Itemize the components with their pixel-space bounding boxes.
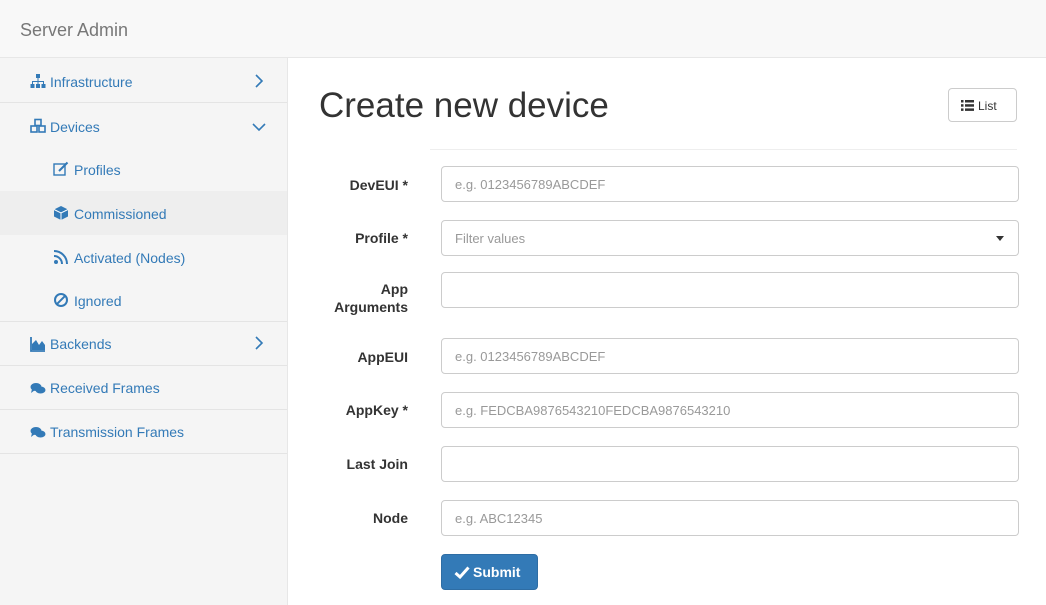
appkey-placeholder: e.g. FEDCBA9876543210FEDCBA9876543210	[455, 403, 731, 418]
sidebar-item-profiles[interactable]: Profiles	[0, 147, 287, 191]
chevron-right-icon	[255, 336, 264, 350]
sidebar-item-label: Devices	[50, 119, 100, 135]
sidebar-item-infrastructure[interactable]: Infrastructure	[0, 58, 287, 102]
profile-placeholder: Filter values	[455, 231, 526, 246]
caret-down-icon	[996, 236, 1004, 241]
cubes-icon	[30, 118, 46, 133]
comments-icon	[30, 383, 46, 394]
sidebar-item-label: Activated (Nodes)	[74, 250, 186, 266]
sidebar-item-commissioned[interactable]: Commissioned	[0, 191, 287, 235]
area-chart-icon	[30, 337, 45, 352]
sidebar-item-label: Ignored	[74, 293, 122, 309]
ban-icon	[54, 293, 68, 307]
list-button[interactable]: List	[948, 88, 1017, 122]
app-arguments-label-line1: App	[380, 281, 408, 297]
sidebar-item-devices[interactable]: Devices	[0, 103, 287, 147]
sidebar-item-label: Profiles	[74, 162, 121, 178]
app-arguments-input[interactable]	[441, 272, 1019, 308]
profile-select[interactable]: Filter values	[441, 220, 1019, 256]
rss-icon	[53, 250, 68, 265]
cube-icon	[53, 206, 69, 220]
appeui-input[interactable]: e.g. 0123456789ABCDEF	[441, 338, 1019, 374]
sidebar-item-label: Received Frames	[50, 380, 160, 396]
appeui-placeholder: e.g. 0123456789ABCDEF	[455, 349, 606, 364]
top-navbar: Server Admin	[0, 0, 1046, 58]
sidebar-item-received-frames[interactable]: Received Frames	[0, 366, 287, 409]
comments-icon	[30, 427, 46, 438]
app-arguments-label: App Arguments	[288, 280, 408, 316]
appkey-input[interactable]: e.g. FEDCBA9876543210FEDCBA9876543210	[441, 392, 1019, 428]
submit-button[interactable]: Submit	[441, 554, 538, 590]
chevron-down-icon	[252, 123, 266, 132]
deveui-label: DevEUI *	[349, 177, 408, 193]
appkey-label: AppKey *	[345, 402, 408, 418]
page-title: Create new device	[319, 86, 609, 125]
check-icon	[454, 566, 470, 579]
sidebar-item-label: Commissioned	[74, 206, 167, 222]
sidebar-item-label: Backends	[50, 336, 112, 352]
sidebar-item-ignored[interactable]: Ignored	[0, 279, 287, 321]
node-label: Node	[373, 510, 408, 526]
node-input[interactable]: e.g. ABC12345	[441, 500, 1019, 536]
deveui-placeholder: e.g. 0123456789ABCDEF	[455, 177, 606, 192]
edit-icon	[53, 161, 69, 176]
sidebar-item-activated-nodes[interactable]: Activated (Nodes)	[0, 235, 287, 279]
sidebar: Infrastructure Devices Profiles Commissi…	[0, 58, 288, 605]
sidebar-item-label: Infrastructure	[50, 74, 133, 90]
sitemap-icon	[30, 74, 46, 88]
last-join-input[interactable]	[441, 446, 1019, 482]
last-join-label: Last Join	[346, 456, 408, 472]
list-button-label: List	[978, 99, 997, 113]
sidebar-item-label: Transmission Frames	[50, 424, 185, 440]
divider	[0, 453, 287, 454]
app-brand[interactable]: Server Admin	[20, 20, 128, 41]
chevron-right-icon	[255, 74, 264, 88]
node-placeholder: e.g. ABC12345	[455, 511, 543, 526]
sidebar-item-backends[interactable]: Backends	[0, 322, 287, 365]
sidebar-item-transmission-frames[interactable]: Transmission Frames	[0, 410, 287, 453]
deveui-input[interactable]: e.g. 0123456789ABCDEF	[441, 166, 1019, 202]
app-arguments-label-line2: Arguments	[334, 299, 408, 315]
appeui-label: AppEUI	[357, 349, 408, 365]
main-content: Create new device List DevEUI * e.g. 012…	[288, 58, 1046, 605]
title-divider	[430, 149, 1017, 150]
profile-label: Profile *	[355, 230, 408, 246]
list-icon	[961, 100, 974, 111]
submit-button-label: Submit	[473, 564, 521, 580]
